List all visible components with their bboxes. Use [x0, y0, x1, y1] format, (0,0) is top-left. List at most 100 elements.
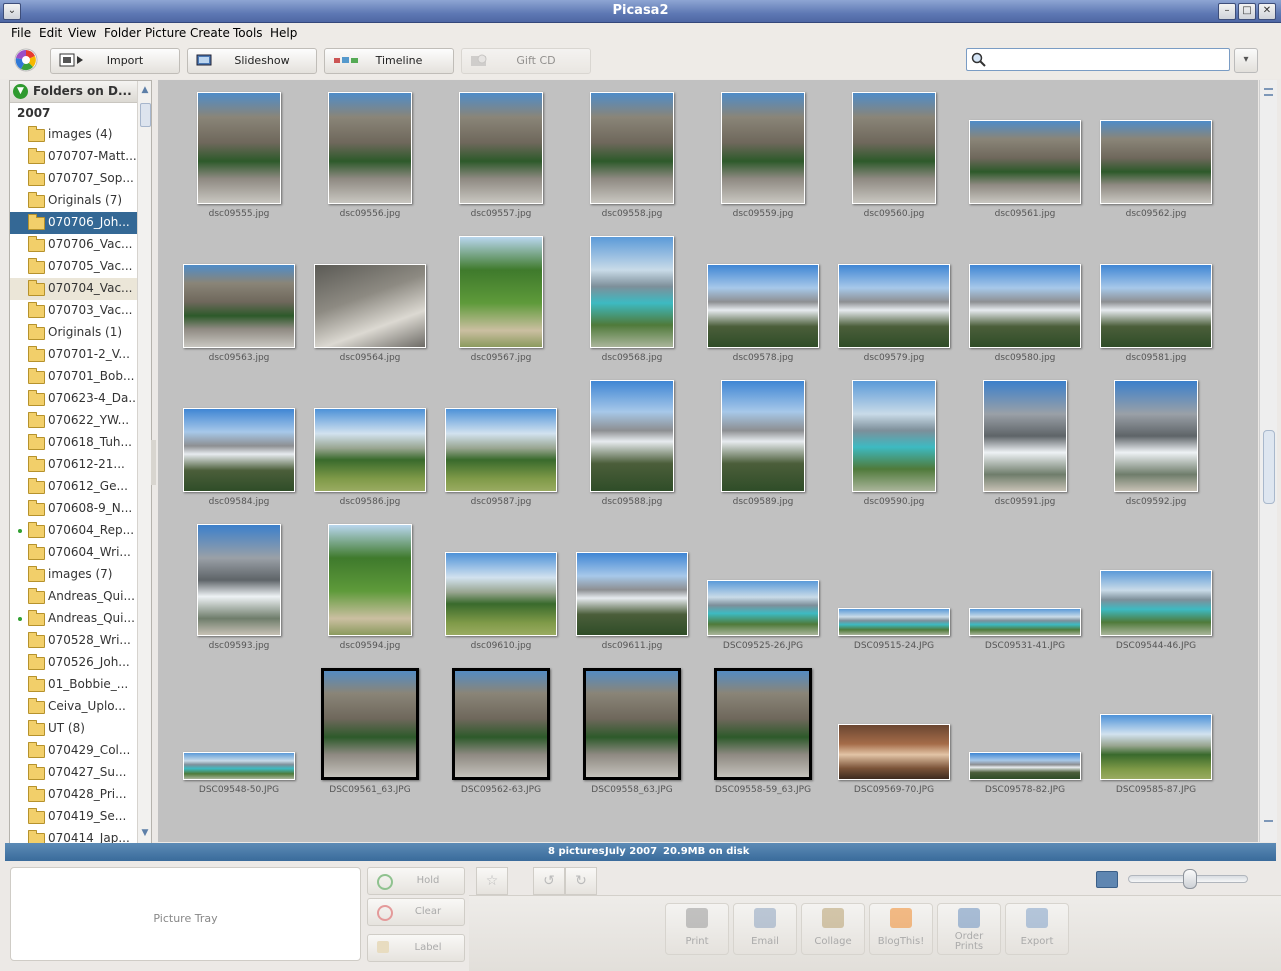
folder-item[interactable]: 070622_YW... [10, 410, 137, 432]
photo-thumbnail[interactable]: dsc09561.jpg [969, 120, 1081, 219]
clear-button[interactable]: Clear [367, 898, 465, 926]
menu-tools[interactable]: Tools [233, 26, 263, 40]
folder-item[interactable]: images (4) [10, 124, 137, 146]
photo-thumbnail[interactable]: DSC09569-70.JPG [838, 724, 950, 795]
folder-list-scrollbar[interactable]: ▲ ▼ [137, 81, 151, 843]
search-options-button[interactable]: ▾ [1234, 48, 1258, 73]
picture-tray[interactable]: Picture Tray [10, 867, 361, 961]
folder-item[interactable]: 01_Bobbie_... [10, 674, 137, 696]
folder-item[interactable]: 070703_Vac... [10, 300, 137, 322]
menu-view[interactable]: View [68, 26, 96, 40]
photo-thumbnail[interactable]: DSC09585-87.JPG [1100, 714, 1212, 795]
photo-thumbnail[interactable]: dsc09558.jpg [590, 92, 674, 219]
photo-thumbnail[interactable]: dsc09592.jpg [1114, 380, 1198, 507]
slider-knob[interactable] [1183, 869, 1197, 889]
hold-button[interactable]: Hold [367, 867, 465, 895]
photo-thumbnail[interactable]: dsc09610.jpg [445, 552, 557, 651]
search-input[interactable] [966, 48, 1230, 71]
collapse-arrow-icon[interactable]: ▼ [13, 84, 28, 99]
folder-item[interactable]: Ceiva_Uplo... [10, 696, 137, 718]
picasa-logo-icon[interactable] [14, 48, 38, 72]
photo-thumbnail[interactable]: dsc09559.jpg [721, 92, 805, 219]
menu-help[interactable]: Help [270, 26, 297, 40]
folder-item[interactable]: images (7) [10, 564, 137, 586]
menu-picture[interactable]: Picture [145, 26, 186, 40]
maximize-button[interactable]: □ [1238, 3, 1256, 20]
menu-edit[interactable]: Edit [39, 26, 62, 40]
gift-cd-button[interactable]: Gift CD [461, 48, 591, 74]
photo-thumbnail[interactable]: dsc09555.jpg [197, 92, 281, 219]
rotate-right-button[interactable]: ↻ [565, 867, 597, 895]
close-button[interactable]: ✕ [1258, 3, 1276, 20]
folder-item[interactable]: 070604_Rep... [10, 520, 137, 542]
folder-item[interactable]: 070612-21... [10, 454, 137, 476]
export-button[interactable]: Export [1005, 903, 1069, 955]
folder-item[interactable]: 070612_Ge... [10, 476, 137, 498]
folder-item[interactable]: UT (8) [10, 718, 137, 740]
folder-item[interactable]: 070608-9_N... [10, 498, 137, 520]
folder-item[interactable]: 070701-2_V... [10, 344, 137, 366]
photo-thumbnail[interactable]: DSC09544-46.JPG [1100, 570, 1212, 651]
folder-item[interactable]: Andreas_Qui... [10, 608, 137, 630]
photo-thumbnail[interactable]: dsc09568.jpg [590, 236, 674, 363]
photo-grid-scrollbar[interactable] [1259, 80, 1277, 842]
photo-thumbnail[interactable]: dsc09580.jpg [969, 264, 1081, 363]
photo-thumbnail[interactable]: DSC09531-41.JPG [969, 608, 1081, 651]
photo-thumbnail[interactable]: dsc09587.jpg [445, 408, 557, 507]
photo-thumbnail[interactable]: DSC09558_63.JPG [583, 668, 681, 795]
folder-item[interactable]: 070707_Sop... [10, 168, 137, 190]
menu-create[interactable]: Create [190, 26, 230, 40]
import-button[interactable]: Import [50, 48, 180, 74]
menu-file[interactable]: File [11, 26, 31, 40]
thumbnail-size-slider[interactable] [1128, 869, 1248, 889]
folder-scroll-thumb[interactable] [140, 103, 151, 127]
photo-thumbnail[interactable]: dsc09593.jpg [197, 524, 281, 651]
collage-button[interactable]: Collage [801, 903, 865, 955]
photo-thumbnail[interactable]: dsc09560.jpg [852, 92, 936, 219]
photo-thumbnail[interactable]: DSC09562-63.JPG [452, 668, 550, 795]
photo-thumbnail[interactable]: dsc09581.jpg [1100, 264, 1212, 363]
menu-folder[interactable]: Folder [104, 26, 141, 40]
folder-item[interactable]: 070706_Joh... [10, 212, 137, 234]
photo-thumbnail[interactable]: dsc09588.jpg [590, 380, 674, 507]
photo-thumbnail[interactable]: DSC09515-24.JPG [838, 608, 950, 651]
email-button[interactable]: Email [733, 903, 797, 955]
folder-item[interactable]: 070705_Vac... [10, 256, 137, 278]
photo-thumbnail[interactable]: dsc09567.jpg [459, 236, 543, 363]
folder-item[interactable]: 070701_Bob... [10, 366, 137, 388]
photo-thumbnail[interactable]: dsc09579.jpg [838, 264, 950, 363]
photo-thumbnail[interactable]: DSC09578-82.JPG [969, 752, 1081, 795]
photo-thumbnail[interactable]: DSC09548-50.JPG [183, 752, 295, 795]
photo-thumbnail[interactable]: dsc09586.jpg [314, 408, 426, 507]
folder-item[interactable]: 070414_Jap... [10, 828, 137, 843]
folder-item[interactable]: 070526_Joh... [10, 652, 137, 674]
photo-thumbnail[interactable]: DSC09561_63.JPG [321, 668, 419, 795]
photo-thumbnail[interactable]: dsc09562.jpg [1100, 120, 1212, 219]
label-button[interactable]: Label [367, 934, 465, 962]
print-button[interactable]: Print [665, 903, 729, 955]
minimize-button[interactable]: – [1218, 3, 1236, 20]
star-button[interactable]: ☆ [476, 867, 508, 895]
photo-thumbnail[interactable]: dsc09590.jpg [852, 380, 936, 507]
blogthis-button[interactable]: BlogThis! [869, 903, 933, 955]
photo-thumbnail[interactable]: dsc09591.jpg [983, 380, 1067, 507]
folder-item[interactable]: 070704_Vac... [10, 278, 137, 300]
folder-item[interactable]: 070618_Tuh... [10, 432, 137, 454]
folder-item[interactable]: Andreas_Qui... [10, 586, 137, 608]
timeline-button[interactable]: Timeline [324, 48, 454, 74]
photo-thumbnail[interactable]: dsc09557.jpg [459, 92, 543, 219]
folder-item[interactable]: 070706_Vac... [10, 234, 137, 256]
scroll-up-icon[interactable]: ▲ [138, 83, 151, 98]
photo-thumbnail[interactable]: dsc09589.jpg [721, 380, 805, 507]
photo-thumbnail[interactable]: dsc09584.jpg [183, 408, 295, 507]
photo-thumbnail[interactable]: DSC09558-59_63.JPG [714, 668, 812, 795]
panel-splitter[interactable] [151, 440, 156, 485]
order-prints-button[interactable]: Order Prints [937, 903, 1001, 955]
folder-item[interactable]: Originals (7) [10, 190, 137, 212]
folder-item[interactable]: 070528_Wri... [10, 630, 137, 652]
photo-thumbnail[interactable]: dsc09564.jpg [314, 264, 426, 363]
folder-item[interactable]: 070427_Su... [10, 762, 137, 784]
folder-item[interactable]: 070419_Se... [10, 806, 137, 828]
folder-item[interactable]: 070604_Wri... [10, 542, 137, 564]
folder-item[interactable]: 070428_Pri... [10, 784, 137, 806]
